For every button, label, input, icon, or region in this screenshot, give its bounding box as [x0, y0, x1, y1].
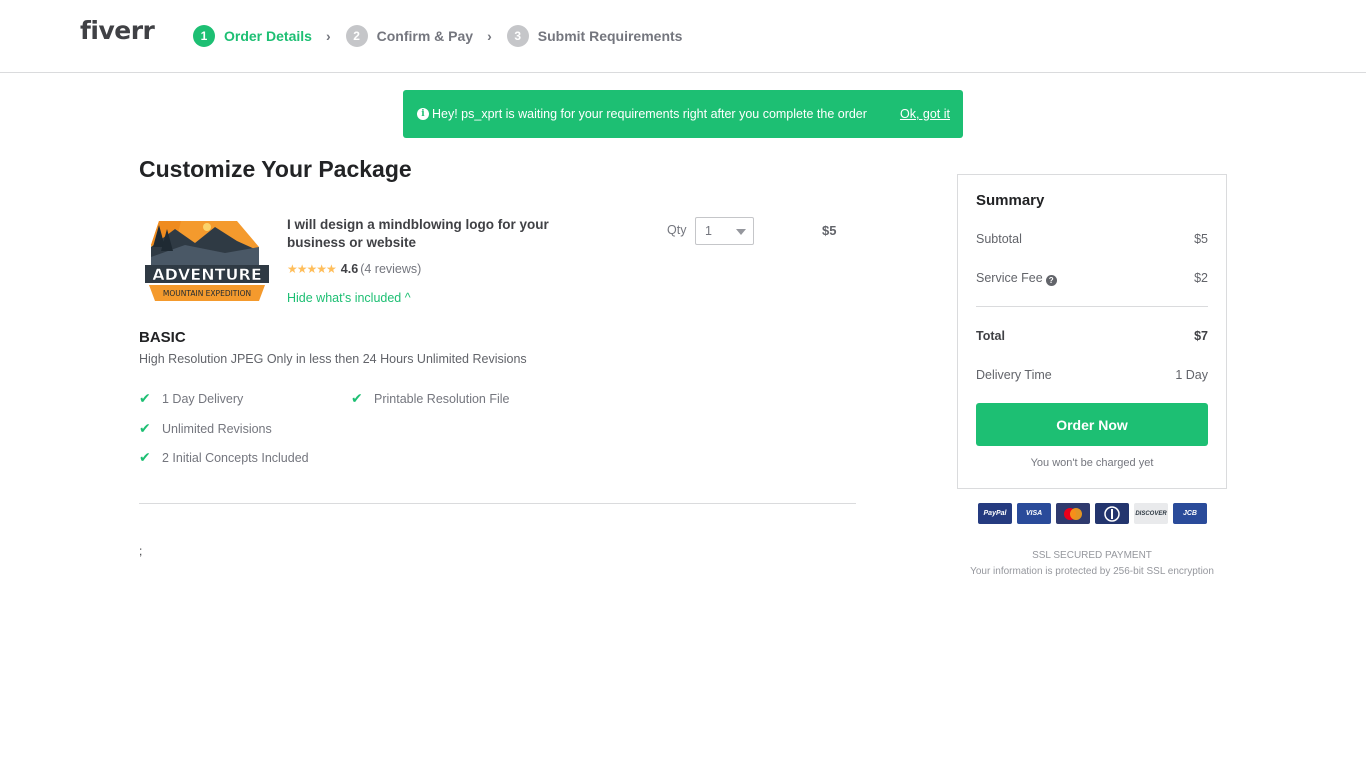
subtotal-label: Subtotal [976, 232, 1022, 246]
feature-item: ✔ 2 Initial Concepts Included [139, 449, 309, 466]
service-fee-value: $2 [1194, 271, 1208, 285]
star-rating-icon: ★★★★★ [287, 262, 337, 276]
step-order-details[interactable]: 1 Order Details [193, 25, 312, 47]
hide-whats-included-link[interactable]: Hide what's included ^ [287, 291, 411, 305]
payment-methods: PayPal VISA DISCOVER JCB [978, 503, 1212, 524]
gig-thumbnail[interactable]: ADVENTURE MOUNTAIN EXPEDITION [145, 217, 269, 303]
gig-rating: ★★★★★ 4.6 (4 reviews) [287, 262, 421, 276]
paypal-icon: PayPal [978, 503, 1012, 524]
package-description: High Resolution JPEG Only in less then 2… [139, 352, 527, 366]
chevron-right-icon: › [325, 28, 331, 44]
step-label: Order Details [224, 28, 312, 44]
qty-label: Qty [667, 223, 687, 237]
diners-club-icon [1095, 503, 1129, 524]
rating-value: 4.6 [340, 262, 359, 276]
feature-label: 2 Initial Concepts Included [162, 450, 309, 465]
order-now-button[interactable]: Order Now [976, 403, 1208, 446]
package-name: BASIC [139, 329, 186, 346]
feature-label: Printable Resolution File [374, 391, 510, 406]
service-fee-row: Service Fee? $2 [976, 271, 1208, 286]
total-value: $7 [1194, 329, 1208, 343]
step-label: Confirm & Pay [376, 28, 474, 44]
no-charge-note: You won't be charged yet [1030, 457, 1154, 469]
logo-text-subtitle: MOUNTAIN EXPEDITION [163, 289, 251, 298]
summary-divider [976, 306, 1208, 307]
subtotal-value: $5 [1194, 232, 1208, 246]
info-icon: i [417, 108, 429, 120]
step-number: 2 [345, 25, 368, 47]
check-icon: ✔ [139, 449, 151, 465]
delivery-value: 1 Day [1175, 368, 1208, 382]
gig-price: $5 [822, 223, 837, 238]
service-fee-label: Service Fee [976, 271, 1043, 285]
step-submit-requirements[interactable]: 3 Submit Requirements [506, 25, 683, 47]
feature-item: ✔ Printable Resolution File [351, 390, 510, 407]
discover-icon: DISCOVER [1134, 503, 1168, 524]
check-icon: ✔ [139, 420, 151, 436]
stray-text: ; [139, 544, 143, 558]
notice-text: Hey! ps_xprt is waiting for your require… [432, 107, 867, 121]
summary-title: Summary [976, 192, 1045, 209]
fiverr-logo[interactable]: fiverr [80, 16, 155, 45]
chevron-right-icon: › [487, 28, 492, 44]
step-number: 3 [506, 25, 529, 47]
feature-item: ✔ Unlimited Revisions [139, 420, 272, 437]
total-row: Total $7 [976, 329, 1208, 343]
visa-icon: VISA [1017, 503, 1051, 524]
delivery-label: Delivery Time [976, 368, 1052, 382]
ssl-title: SSL SECURED PAYMENT [1032, 550, 1152, 561]
step-confirm-pay[interactable]: 2 Confirm & Pay [345, 25, 474, 47]
requirements-notice: i Hey! ps_xprt is waiting for your requi… [403, 90, 963, 138]
order-summary: Summary Subtotal $5 Service Fee? $2 Tota… [957, 174, 1227, 489]
quantity-value: 1 [705, 224, 712, 238]
jcb-icon: JCB [1173, 503, 1207, 524]
caret-down-icon [736, 229, 746, 235]
dismiss-notice-link[interactable]: Ok, got it [900, 107, 950, 121]
check-icon: ✔ [139, 390, 151, 406]
feature-label: Unlimited Revisions [162, 421, 272, 436]
help-icon[interactable]: ? [1045, 275, 1057, 286]
gig-title[interactable]: I will design a mindblowing logo for you… [287, 216, 577, 252]
checkout-steps: 1 Order Details › 2 Confirm & Pay › 3 Su… [193, 25, 682, 47]
subtotal-row: Subtotal $5 [976, 232, 1208, 246]
feature-item: ✔ 1 Day Delivery [139, 390, 243, 407]
feature-label: 1 Day Delivery [162, 391, 244, 406]
step-label: Submit Requirements [537, 28, 683, 44]
page-title: Customize Your Package [139, 156, 412, 182]
section-divider [139, 503, 856, 504]
total-label: Total [976, 329, 1005, 343]
logo-text-adventure: ADVENTURE [152, 265, 262, 284]
delivery-row: Delivery Time 1 Day [976, 368, 1208, 382]
review-count[interactable]: (4 reviews) [360, 262, 421, 276]
ssl-description: Your information is protected by 256-bit… [970, 566, 1214, 577]
quantity-select[interactable]: 1 [695, 217, 754, 245]
check-icon: ✔ [351, 390, 363, 406]
top-header: fiverr 1 Order Details › 2 Confirm & Pay… [0, 0, 1366, 73]
mastercard-icon [1056, 503, 1090, 524]
step-number: 1 [193, 25, 215, 47]
